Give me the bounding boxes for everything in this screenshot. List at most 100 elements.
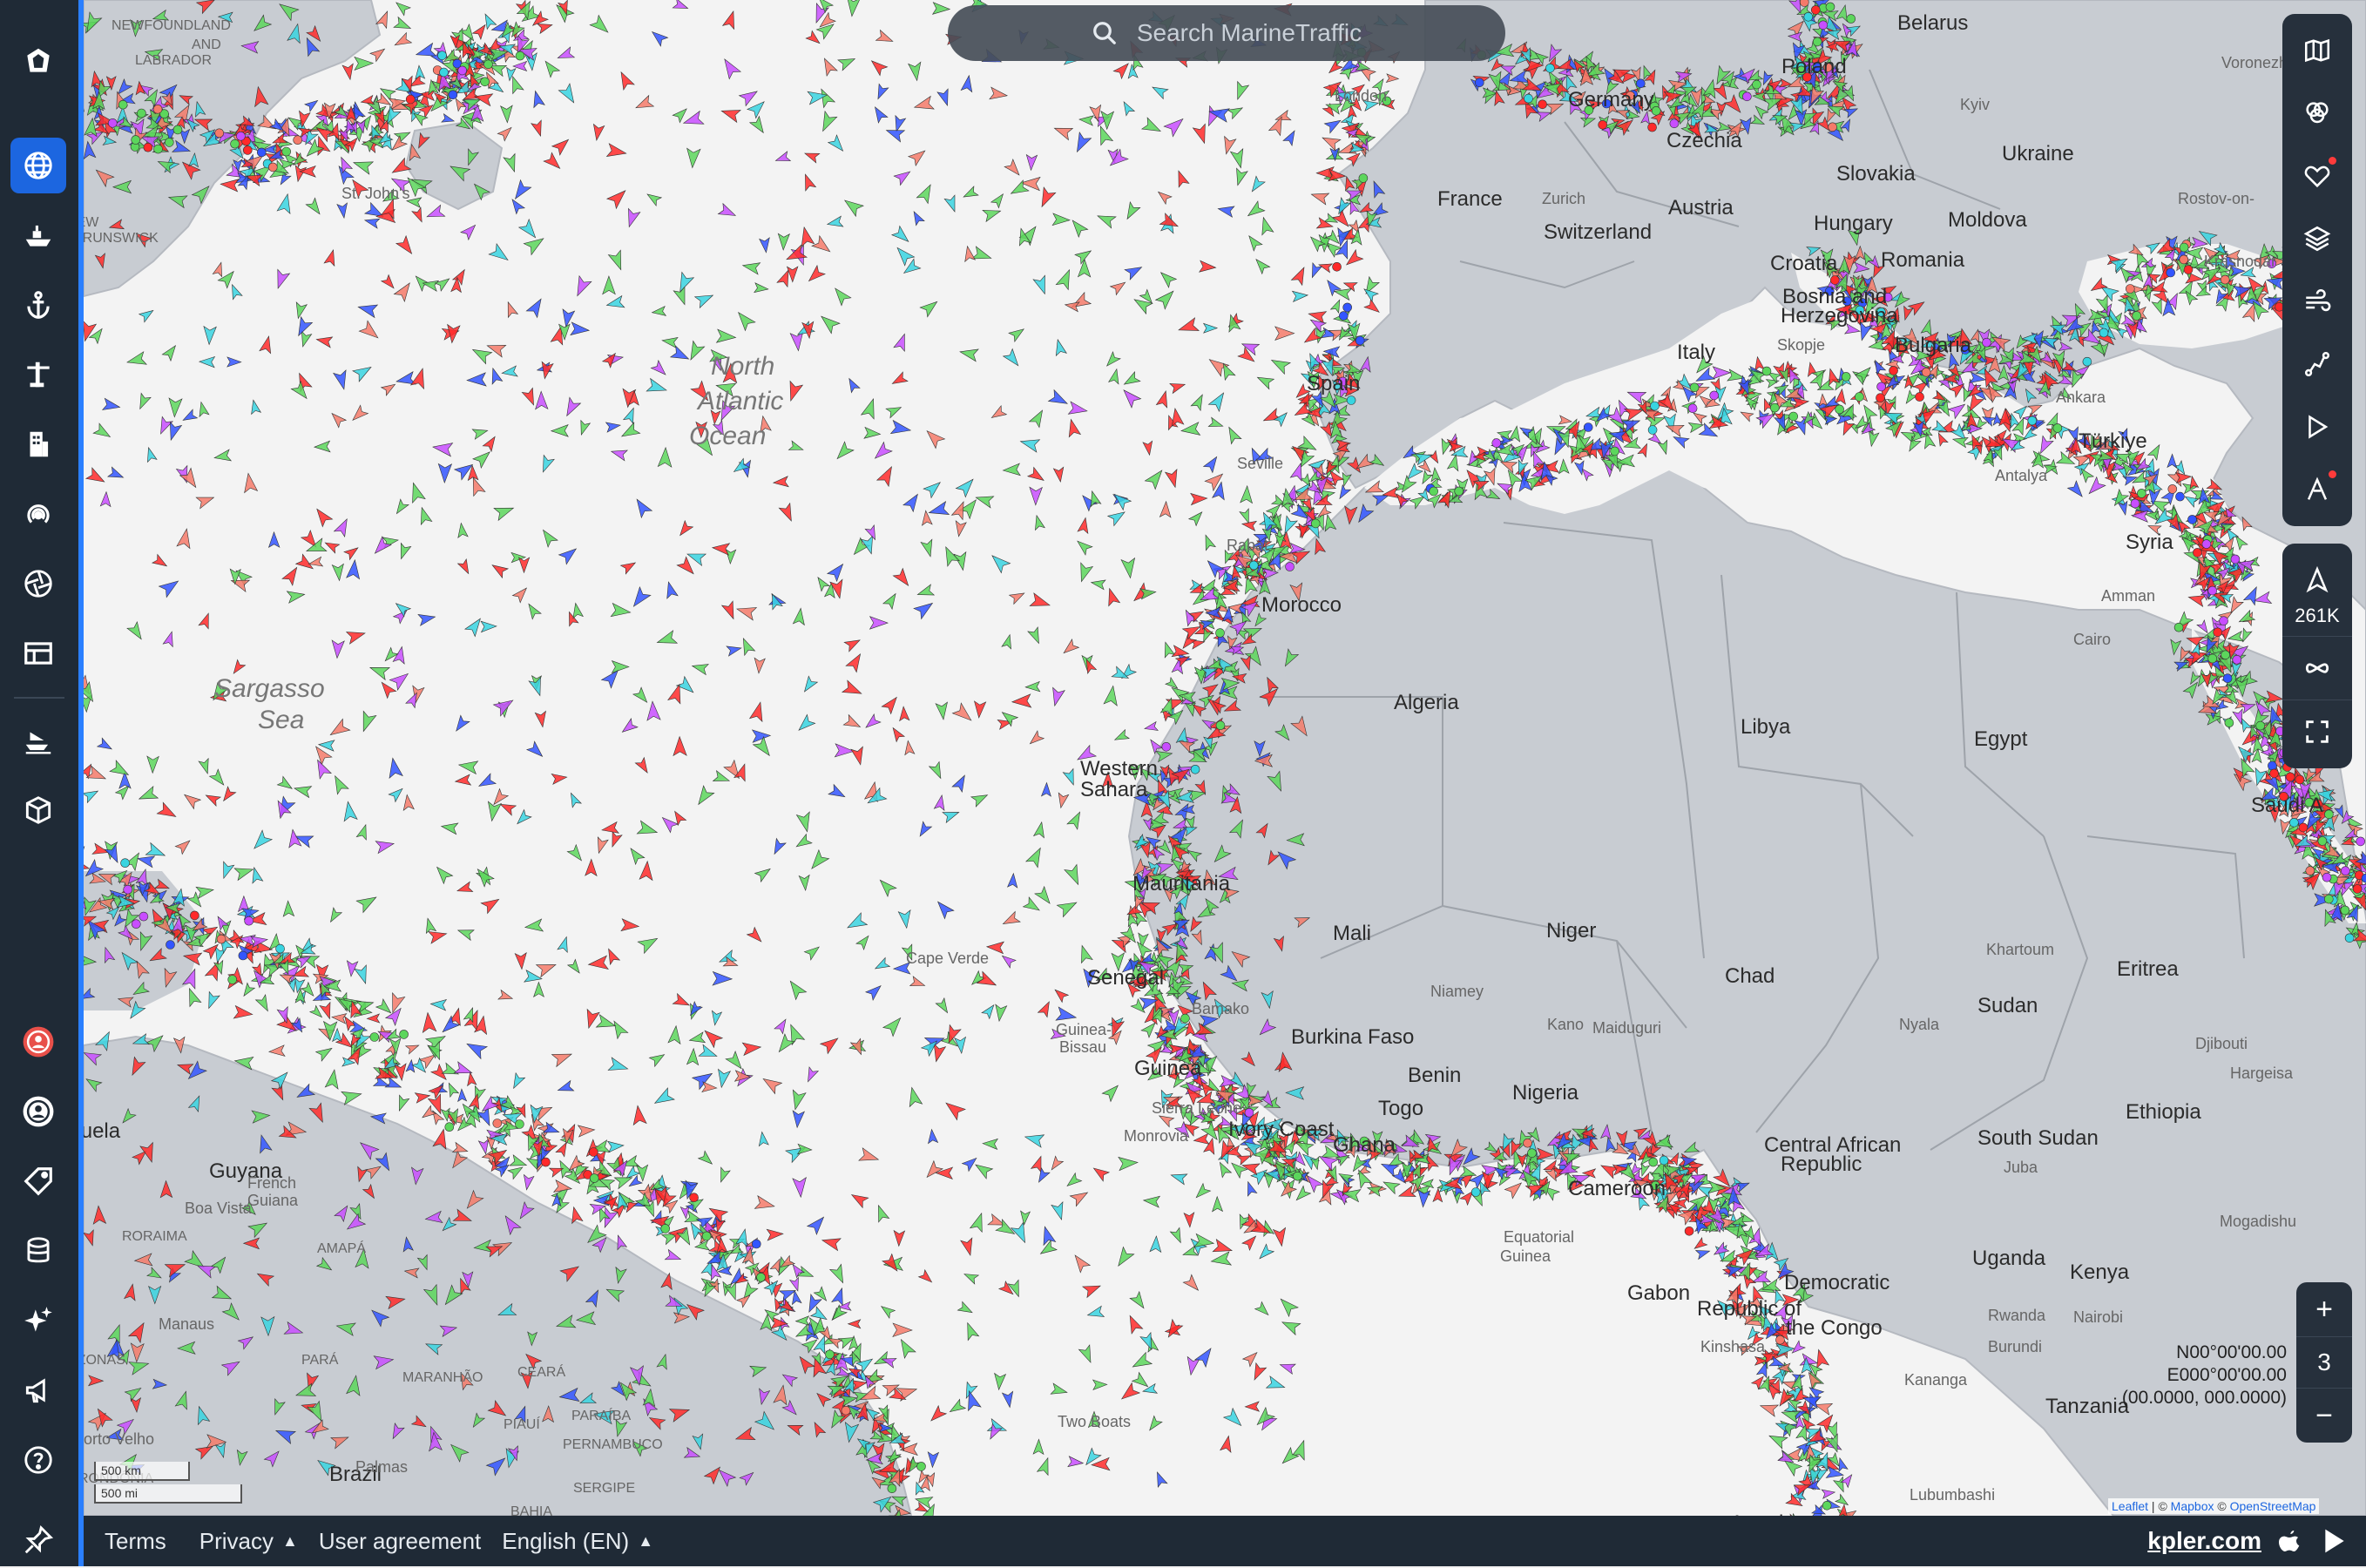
vessel-marker[interactable]: [691, 341, 705, 360]
vessel-marker[interactable]: [189, 989, 200, 1007]
vessel-marker[interactable]: [1252, 176, 1265, 192]
vessel-marker[interactable]: [1002, 635, 1011, 649]
vessel-marker[interactable]: [406, 693, 417, 707]
vessel-marker[interactable]: [893, 569, 908, 586]
anchored-vessel-marker[interactable]: [137, 109, 145, 118]
vessel-marker[interactable]: [552, 139, 569, 155]
vessel-marker[interactable]: [878, 84, 889, 98]
vessel-marker[interactable]: [1038, 1458, 1049, 1476]
vessel-marker[interactable]: [1150, 1236, 1161, 1252]
vessel-marker[interactable]: [877, 467, 892, 487]
vessel-marker[interactable]: [1208, 417, 1223, 426]
anchored-vessel-marker[interactable]: [752, 1240, 760, 1248]
vessel-marker[interactable]: [705, 1031, 722, 1047]
vessel-marker[interactable]: [1010, 593, 1024, 605]
vessel-marker[interactable]: [680, 521, 693, 536]
vessel-marker[interactable]: [677, 557, 693, 574]
vessel-marker[interactable]: [872, 61, 888, 76]
vessel-marker[interactable]: [1121, 558, 1135, 578]
anchored-vessel-marker[interactable]: [1524, 1139, 1532, 1147]
vessel-marker[interactable]: [116, 786, 129, 800]
vessel-marker[interactable]: [759, 1132, 768, 1146]
vessel-marker[interactable]: [1262, 218, 1274, 235]
vessel-marker[interactable]: [702, 1082, 717, 1092]
anchored-vessel-marker[interactable]: [245, 916, 254, 925]
vessel-marker[interactable]: [916, 185, 930, 204]
vessel-marker[interactable]: [1026, 848, 1041, 867]
vessel-marker[interactable]: [1042, 187, 1056, 207]
vessel-marker[interactable]: [525, 919, 544, 931]
vessel-marker[interactable]: [866, 714, 881, 727]
vessel-marker[interactable]: [862, 399, 875, 419]
vessel-marker[interactable]: [607, 296, 625, 308]
anchored-vessel-marker[interactable]: [1710, 391, 1719, 400]
vessel-marker[interactable]: [1064, 639, 1078, 653]
vessel-marker[interactable]: [1067, 812, 1080, 829]
vessel-marker[interactable]: [657, 631, 677, 644]
vessel-marker[interactable]: [1142, 118, 1160, 132]
vessel-marker[interactable]: [318, 760, 332, 779]
vessel-marker[interactable]: [1130, 1292, 1144, 1308]
vessel-marker[interactable]: [1081, 563, 1093, 582]
vessel-marker[interactable]: [1035, 516, 1044, 531]
vessel-marker[interactable]: [325, 1070, 338, 1089]
vessel-marker[interactable]: [639, 862, 652, 881]
vessel-marker[interactable]: [1035, 887, 1050, 903]
vessel-marker[interactable]: [870, 617, 889, 630]
vessel-marker[interactable]: [145, 843, 165, 856]
anchored-vessel-marker[interactable]: [1311, 519, 1320, 528]
vessel-marker[interactable]: [347, 560, 360, 579]
vessel-marker[interactable]: [673, 737, 686, 756]
vessel-marker[interactable]: [914, 603, 932, 618]
vessel-marker[interactable]: [608, 250, 620, 270]
vessel-marker[interactable]: [894, 334, 904, 351]
vessel-marker[interactable]: [662, 337, 678, 348]
vessel-marker[interactable]: [213, 262, 221, 276]
vessel-marker[interactable]: [531, 120, 542, 136]
vessel-marker[interactable]: [1028, 627, 1039, 644]
vessel-marker[interactable]: [848, 0, 861, 17]
vessel-marker[interactable]: [1157, 1472, 1167, 1487]
vessel-marker[interactable]: [534, 983, 544, 997]
vessel-marker[interactable]: [1021, 1211, 1031, 1225]
vessel-marker[interactable]: [1835, 1494, 1849, 1504]
vessel-marker[interactable]: [1229, 427, 1241, 443]
vessel-marker[interactable]: [127, 352, 146, 365]
nav-photos[interactable]: [10, 556, 66, 612]
nav-voyages[interactable]: [10, 713, 66, 768]
vessel-marker[interactable]: [690, 1032, 706, 1043]
vessel-marker[interactable]: [1293, 291, 1308, 301]
anchored-vessel-marker[interactable]: [1294, 1172, 1302, 1180]
vessel-marker[interactable]: [633, 1105, 646, 1125]
vessel-marker[interactable]: [347, 961, 357, 977]
vessel-marker[interactable]: [256, 995, 268, 1011]
nav-help[interactable]: [10, 1432, 66, 1488]
vessel-marker[interactable]: [952, 703, 971, 720]
vessel-marker[interactable]: [578, 276, 592, 296]
vessel-marker[interactable]: [110, 760, 128, 775]
vessel-marker[interactable]: [389, 758, 402, 778]
vessel-marker[interactable]: [581, 421, 591, 436]
vessel-marker[interactable]: [668, 685, 680, 704]
vessel-marker[interactable]: [937, 89, 948, 105]
anchored-vessel-marker[interactable]: [2223, 674, 2232, 683]
vessel-marker[interactable]: [1127, 202, 1140, 220]
anchored-vessel-marker[interactable]: [166, 941, 175, 950]
vessel-marker[interactable]: [458, 930, 474, 941]
vessel-marker[interactable]: [928, 1452, 938, 1468]
vessel-marker[interactable]: [742, 1043, 760, 1055]
vessel-marker[interactable]: [1009, 329, 1024, 342]
vessel-marker[interactable]: [1058, 793, 1069, 808]
vessel-marker[interactable]: [339, 166, 354, 185]
vessel-marker[interactable]: [865, 525, 875, 540]
vessel-marker[interactable]: [1364, 289, 1378, 301]
anchored-vessel-marker[interactable]: [2137, 489, 2146, 497]
anchored-vessel-marker[interactable]: [1249, 561, 1258, 570]
anchored-vessel-marker[interactable]: [1648, 123, 1657, 132]
vessel-marker[interactable]: [971, 795, 988, 807]
anchored-vessel-marker[interactable]: [589, 1148, 598, 1157]
vessel-marker[interactable]: [1159, 502, 1171, 517]
vessel-marker[interactable]: [876, 30, 893, 42]
vessel-marker[interactable]: [403, 794, 414, 810]
vessel-marker[interactable]: [406, 1045, 419, 1054]
